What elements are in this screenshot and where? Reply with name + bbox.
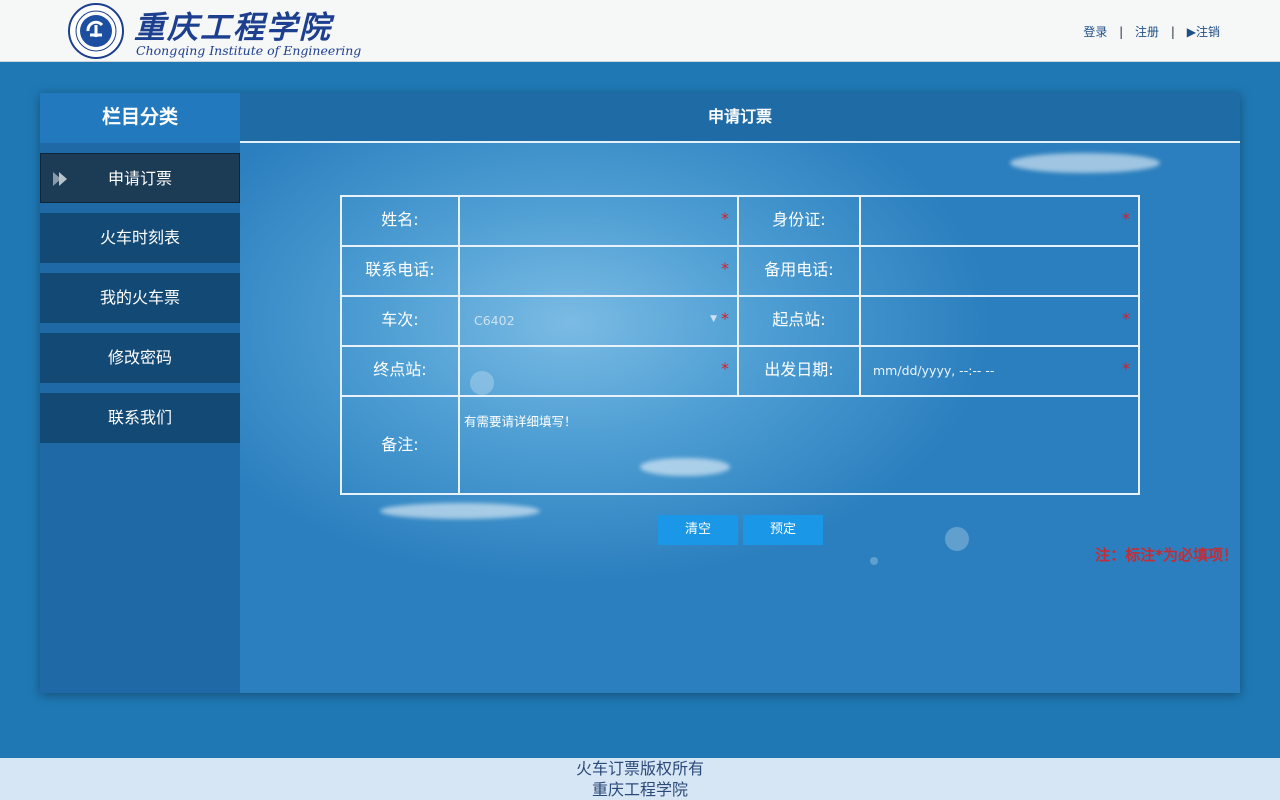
cloud-decoration	[380, 503, 540, 519]
sidebar-item-label: 修改密码	[107, 348, 172, 367]
sidebar-item-change-password[interactable]: 修改密码	[40, 333, 240, 383]
bubble-decoration	[870, 557, 878, 565]
id-label: 身份证:	[739, 197, 861, 245]
date-placeholder: mm/dd/yyyy, --:-- --	[873, 363, 995, 378]
account-links: 登录 | 注册 | ▶注销	[1083, 23, 1220, 40]
sidebar-item-book-ticket[interactable]: 申请订票	[40, 153, 240, 203]
required-mark: *	[721, 309, 729, 328]
backup-phone-label: 备用电话:	[739, 247, 861, 295]
main-panel: 栏目分类 申请订票 火车时刻表 我的火车票 修改密码 联系我们 申请订票 姓名:…	[40, 93, 1240, 693]
cloud-decoration	[1010, 153, 1160, 173]
book-button[interactable]: 预定	[743, 515, 823, 545]
footer-copyright: 火车订票版权所有	[575, 759, 704, 778]
logo-chinese-name: 重庆工程学院	[134, 10, 332, 46]
phone-label: 联系电话:	[342, 247, 460, 295]
id-input[interactable]: *	[861, 197, 1138, 245]
sidebar-title: 栏目分类	[40, 93, 240, 143]
login-link[interactable]: 登录	[1083, 25, 1107, 39]
departure-date-input[interactable]: mm/dd/yyyy, --:-- -- *	[861, 347, 1138, 395]
required-mark: *	[1122, 209, 1130, 228]
start-station-input[interactable]: *	[861, 297, 1138, 345]
sidebar-item-label: 联系我们	[107, 408, 172, 427]
clear-button[interactable]: 清空	[658, 515, 738, 545]
site-header: 重庆工程学院 Chongqing Institute of Engineerin…	[0, 0, 1280, 62]
school-logo[interactable]: 重庆工程学院 Chongqing Institute of Engineerin…	[64, 0, 364, 62]
end-station-input[interactable]: *	[460, 347, 739, 395]
site-footer: 火车订票版权所有 重庆工程学院	[0, 758, 1280, 800]
required-mark: *	[721, 259, 729, 278]
footer-school-name: 重庆工程学院	[591, 780, 688, 799]
double-arrow-icon	[53, 172, 67, 186]
form-row: 终点站: * 出发日期: mm/dd/yyyy, --:-- -- *	[342, 347, 1138, 397]
separator: |	[1170, 25, 1175, 39]
sidebar-item-timetable[interactable]: 火车时刻表	[40, 213, 240, 263]
train-label: 车次:	[342, 297, 460, 345]
train-selected-value: C6402	[474, 313, 515, 328]
form-row: 车次: C6402 ▼ * 起点站: *	[342, 297, 1138, 347]
register-link[interactable]: 注册	[1135, 25, 1159, 39]
phone-input[interactable]: *	[460, 247, 739, 295]
end-station-label: 终点站:	[342, 347, 460, 395]
required-mark: *	[721, 209, 729, 228]
logo-english-name: Chongqing Institute of Engineering	[136, 43, 362, 58]
train-select[interactable]: C6402 ▼ *	[460, 297, 739, 345]
sidebar-item-label: 申请订票	[107, 169, 172, 188]
name-label: 姓名:	[342, 197, 460, 245]
start-station-label: 起点站:	[739, 297, 861, 345]
backup-phone-input[interactable]	[861, 247, 1138, 295]
sidebar: 栏目分类 申请订票 火车时刻表 我的火车票 修改密码 联系我们	[40, 93, 240, 693]
sidebar-item-label: 我的火车票	[99, 288, 180, 307]
required-mark: *	[1122, 359, 1130, 378]
content-area: 申请订票 姓名: * 身份证: * 联系电话: * 备用电话: 车次: C640…	[240, 93, 1240, 693]
form-row: 备注: 有需要请详细填写！	[342, 397, 1138, 495]
sidebar-item-my-tickets[interactable]: 我的火车票	[40, 273, 240, 323]
page-title: 申请订票	[240, 93, 1240, 143]
logout-link[interactable]: ▶注销	[1187, 25, 1220, 39]
sidebar-item-label: 火车时刻表	[99, 228, 180, 247]
departure-date-label: 出发日期:	[739, 347, 861, 395]
remark-text: 有需要请详细填写！	[464, 414, 577, 429]
sidebar-item-contact-us[interactable]: 联系我们	[40, 393, 240, 443]
booking-form: 姓名: * 身份证: * 联系电话: * 备用电话: 车次: C6402 ▼ *…	[340, 195, 1140, 495]
remark-textarea[interactable]: 有需要请详细填写！	[460, 397, 1138, 493]
form-row: 姓名: * 身份证: *	[342, 197, 1138, 247]
required-mark: *	[721, 359, 729, 378]
dropdown-arrow-icon: ▼	[710, 314, 717, 324]
required-mark: *	[1122, 309, 1130, 328]
separator: |	[1119, 25, 1124, 39]
school-seal-icon	[68, 3, 124, 59]
bubble-decoration	[945, 527, 969, 551]
form-row: 联系电话: * 备用电话:	[342, 247, 1138, 297]
remark-label: 备注:	[342, 397, 460, 495]
required-note: 注：标注*为必填项！	[1095, 546, 1238, 564]
name-input[interactable]: *	[460, 197, 739, 245]
